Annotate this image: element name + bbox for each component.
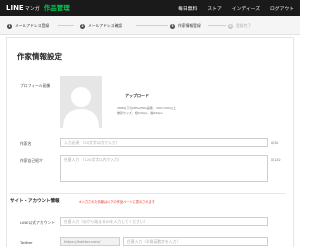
twitter-id-input[interactable]: 任意入力（半角英数字を入力）	[123, 237, 268, 246]
step-number: 1	[7, 23, 12, 29]
brand-sub: マンガ	[24, 6, 40, 12]
line-account-input[interactable]: 任意入力（@から始まるIDを入力してください）	[60, 217, 268, 226]
author-name-input[interactable]: 入力必須 （20文字以内で入力）	[60, 138, 268, 147]
nav-daily-free[interactable]: 毎日無料	[178, 5, 197, 12]
site-account-section-note: ※入力された情報は以下の作品ページに表示されます	[79, 200, 155, 204]
step-label: 登録完了	[236, 23, 252, 28]
author-intro-label: 作家自己紹介	[20, 158, 43, 163]
author-name-label: 作家名	[20, 141, 32, 146]
step-number: 2	[80, 23, 85, 29]
nav-store[interactable]: ストア	[207, 5, 221, 12]
step-number: 3	[170, 23, 175, 29]
nav-indies[interactable]: インディーズ	[232, 5, 260, 12]
author-name-counter: 0/20	[271, 141, 279, 145]
brand-name: LINE	[6, 4, 24, 12]
step-complete: 4 登録完了	[228, 23, 251, 29]
nav-logout[interactable]: ログアウト	[270, 5, 294, 12]
author-intro-textarea[interactable]: 任意入力 （120文字以内で入力）	[60, 155, 268, 182]
profile-image-label: プロフィール画像	[20, 83, 51, 88]
step-label: メールアドレス確認	[88, 23, 123, 28]
section-divider	[10, 193, 286, 194]
step-number: 4	[228, 23, 233, 29]
line-manga-logo[interactable]: LINEマンガ 作品管理	[6, 3, 70, 14]
step-email-register: 1 メールアドレス登録	[7, 23, 49, 29]
upload-note: 推奨サイズ：幅640px、縦640px	[117, 111, 163, 115]
step-author-info: 3 作家情報登録	[170, 23, 201, 29]
step-connector	[136, 25, 168, 26]
site-account-section-title: サイト・アカウント情報	[10, 199, 60, 204]
line-account-label: LINE公式アカウント	[20, 220, 56, 225]
profile-avatar-placeholder[interactable]	[60, 76, 102, 128]
step-connector	[58, 25, 74, 26]
twitter-label: Twitter	[20, 240, 33, 245]
global-nav: 毎日無料 ストア インディーズ ログアウト	[168, 0, 294, 16]
step-email-confirm: 2 メールアドレス確認	[80, 23, 122, 29]
registration-steps: 1 メールアドレス登録 2 メールアドレス確認 3 作家情報登録 4 登録完了	[0, 16, 300, 35]
step-label: メールアドレス登録	[15, 23, 50, 28]
step-label: 作家情報登録	[178, 23, 201, 28]
app-title: 作品管理	[43, 4, 70, 12]
author-intro-counter: 0/120	[271, 158, 281, 162]
page-title: 作家情報設定	[17, 52, 62, 61]
top-bar: LINEマンガ 作品管理 毎日無料 ストア インディーズ ログアウト	[0, 0, 300, 16]
twitter-url-prefix: https://twitter.com/	[60, 237, 120, 246]
upload-note: 2MB以下のJPEG/PNG画像、300×300以上	[117, 106, 176, 110]
step-connector	[208, 25, 226, 26]
upload-button[interactable]: アップロード	[125, 93, 149, 99]
user-silhouette-icon	[63, 87, 99, 128]
